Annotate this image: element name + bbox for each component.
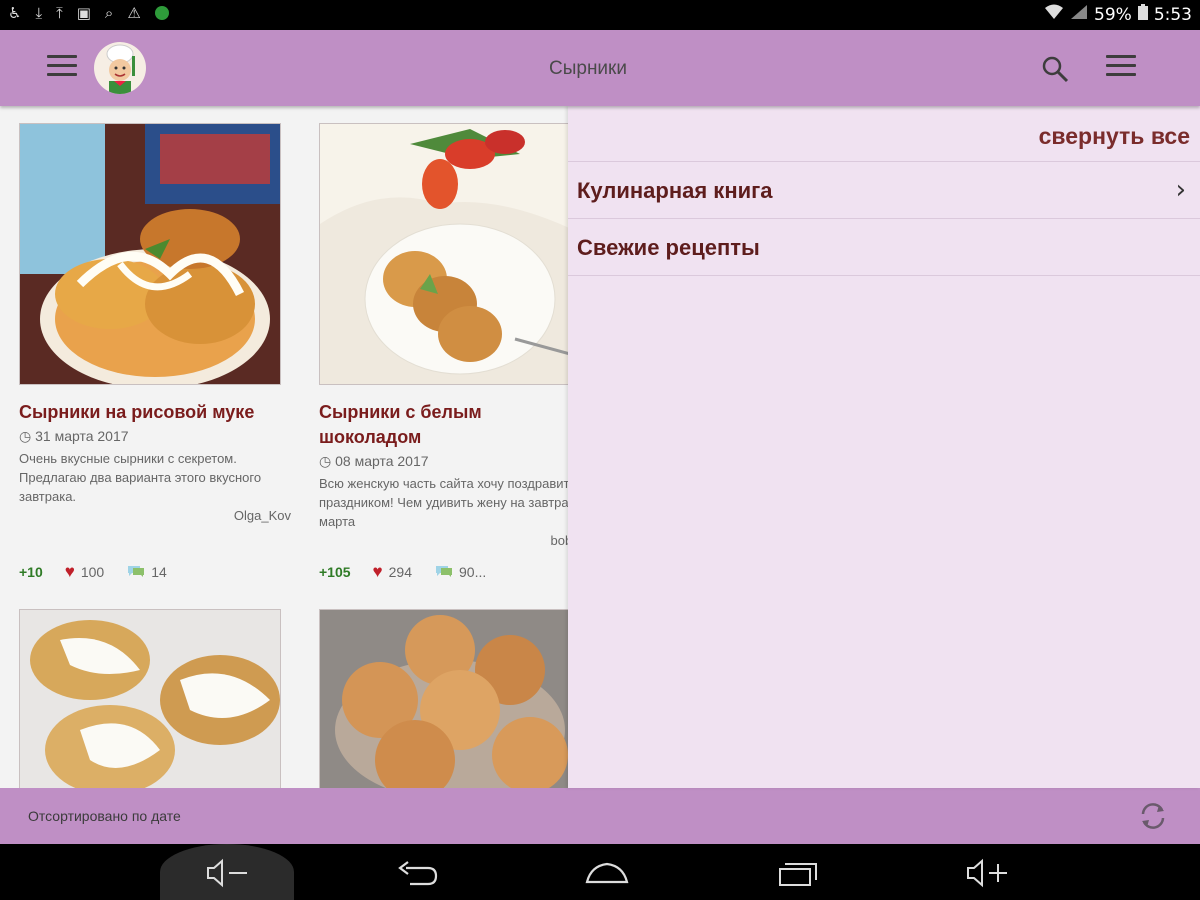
drawer-item-fresh-recipes[interactable]: Свежие рецепты bbox=[568, 218, 1200, 276]
system-nav-bar bbox=[0, 844, 1200, 900]
recipe-card[interactable] bbox=[19, 609, 287, 788]
clock: 5:53 bbox=[1153, 4, 1192, 25]
recipe-photo[interactable] bbox=[19, 123, 281, 385]
recipe-photo[interactable] bbox=[19, 609, 281, 788]
overflow-menu-icon[interactable] bbox=[1106, 55, 1136, 79]
search-notification-icon: ⌕ bbox=[104, 4, 114, 22]
recipe-description: Всю женскую часть сайта хочу поздравить … bbox=[319, 476, 587, 529]
recipe-stats: +10 ♥ 100 14 bbox=[19, 562, 189, 582]
recipe-photo[interactable] bbox=[319, 123, 568, 385]
recipe-author[interactable]: bobrob bbox=[319, 531, 591, 550]
battery-percent: 59% bbox=[1094, 4, 1132, 25]
recipe-title[interactable]: Сырники на рисовой муке bbox=[19, 400, 287, 425]
recent-apps-icon[interactable] bbox=[776, 858, 820, 888]
recipe-date-text: 31 марта 2017 bbox=[35, 428, 129, 444]
recipe-date: ◷ 08 марта 2017 bbox=[319, 453, 587, 470]
clock-icon: ◷ bbox=[19, 428, 36, 444]
recipe-card[interactable]: Сырники с белым шоколадом ◷ 08 марта 201… bbox=[319, 123, 591, 550]
home-icon[interactable] bbox=[585, 858, 629, 888]
recipe-title[interactable]: Сырники с белым шоколадом bbox=[319, 400, 587, 450]
comments-icon[interactable] bbox=[434, 564, 454, 581]
rating-plus[interactable]: +10 bbox=[19, 564, 43, 580]
wifi-icon bbox=[1044, 4, 1064, 25]
recipe-author[interactable]: Olga_Kov bbox=[19, 506, 291, 525]
rating-plus[interactable]: +105 bbox=[319, 564, 351, 580]
upload-icon: ⤒ bbox=[56, 4, 63, 22]
page-title: Сырники bbox=[549, 58, 627, 79]
recipe-stats: +105 ♥ 294 90... bbox=[319, 562, 508, 582]
comments-icon[interactable] bbox=[126, 564, 146, 581]
drawer-item-cookbook[interactable]: Кулинарная книга › bbox=[568, 161, 1200, 219]
heart-icon[interactable]: ♥ bbox=[373, 562, 383, 582]
comments-count: 90... bbox=[459, 564, 487, 580]
recipe-card[interactable]: Сырники на рисовой муке ◷ 31 марта 2017 … bbox=[19, 123, 291, 525]
comments-count: 14 bbox=[151, 564, 167, 580]
notification-icons: ♿ ⤓ ⤒ ▣ ⌕ ⚠ bbox=[8, 4, 169, 22]
recipe-date: ◷ 31 марта 2017 bbox=[19, 428, 287, 445]
clock-icon: ◷ bbox=[319, 453, 336, 469]
system-status: 59% 5:53 bbox=[1044, 4, 1192, 25]
download-icon: ⤓ bbox=[35, 4, 43, 22]
recipe-photo[interactable] bbox=[319, 609, 568, 788]
signal-icon bbox=[1070, 4, 1088, 25]
app-bar: Сырники bbox=[0, 30, 1200, 106]
sort-label[interactable]: Отсортировано по дате bbox=[28, 808, 181, 824]
volume-up-icon[interactable] bbox=[965, 858, 1009, 888]
back-icon[interactable] bbox=[396, 858, 440, 888]
refresh-icon[interactable] bbox=[1137, 800, 1169, 832]
collapse-all-button[interactable]: свернуть все bbox=[1039, 123, 1190, 150]
heart-icon[interactable]: ♥ bbox=[65, 562, 75, 582]
battery-icon bbox=[1137, 4, 1148, 25]
recipe-description: Очень вкусные сырники с секретом. Предла… bbox=[19, 451, 262, 504]
chevron-right-icon: › bbox=[1175, 175, 1186, 205]
likes-count: 100 bbox=[80, 564, 105, 580]
category-drawer: свернуть все Кулинарная книга › Свежие р… bbox=[568, 106, 1200, 788]
recipe-date-text: 08 марта 2017 bbox=[335, 453, 429, 469]
likes-count: 294 bbox=[388, 564, 412, 580]
status-bar: ♿ ⤓ ⤒ ▣ ⌕ ⚠ 59% 5:53 bbox=[0, 0, 1200, 30]
search-icon[interactable] bbox=[1040, 54, 1070, 84]
drawer-item-label: Кулинарная книга bbox=[577, 178, 773, 203]
app-notification-icon bbox=[154, 6, 169, 20]
drawer-item-label: Свежие рецепты bbox=[577, 235, 760, 260]
warning-icon: ⚠ bbox=[127, 4, 141, 22]
volume-down-icon[interactable] bbox=[205, 858, 249, 888]
accessibility-icon: ♿ bbox=[8, 4, 22, 22]
bottom-bar: Отсортировано по дате bbox=[0, 788, 1200, 844]
image-icon: ▣ bbox=[76, 4, 91, 22]
recipe-card[interactable] bbox=[319, 609, 587, 788]
